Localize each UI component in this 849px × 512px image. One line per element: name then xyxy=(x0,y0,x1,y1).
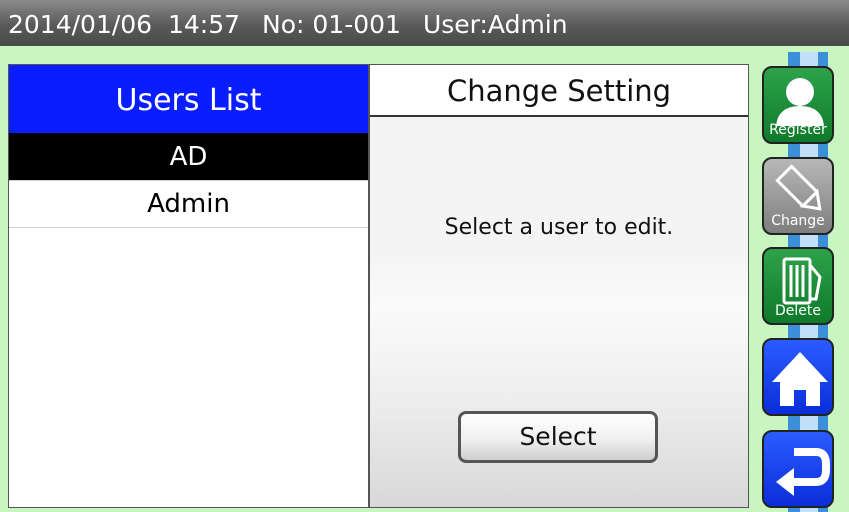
change-setting-panel: Change Setting Select a user to edit. Se… xyxy=(369,64,749,508)
users-list-panel: Users List AD Admin xyxy=(8,64,369,508)
change-setting-title: Change Setting xyxy=(370,65,748,117)
home-button[interactable] xyxy=(762,338,834,416)
back-button[interactable] xyxy=(762,430,834,508)
register-label: Register xyxy=(769,122,827,138)
delete-label: Delete xyxy=(775,303,821,319)
select-button[interactable]: Select xyxy=(458,411,658,463)
return-arrow-icon xyxy=(776,448,830,496)
change-label: Change xyxy=(771,213,825,229)
user-row-selected[interactable]: AD xyxy=(9,134,368,181)
register-button[interactable]: Register xyxy=(762,66,834,144)
status-datetime: 2014/01/06 14:57 xyxy=(8,10,241,39)
users-list-title: Users List xyxy=(9,65,368,134)
status-bar: 2014/01/06 14:57 No: 01-001 User:Admin xyxy=(0,0,849,46)
status-user: User:Admin xyxy=(422,10,568,39)
change-button[interactable]: Change xyxy=(762,157,834,235)
user-row[interactable]: Admin xyxy=(9,181,368,228)
instruction-message: Select a user to edit. xyxy=(444,215,674,240)
status-number: No: 01-001 xyxy=(262,10,401,39)
delete-button[interactable]: Delete xyxy=(762,247,834,325)
home-icon xyxy=(772,352,828,406)
